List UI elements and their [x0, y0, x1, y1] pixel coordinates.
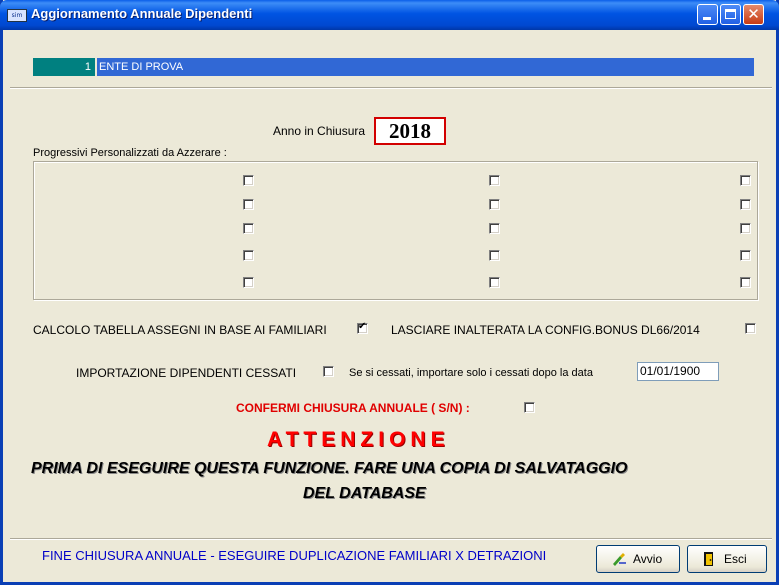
footer-message: FINE CHIUSURA ANNUALE - ESEGUIRE DUPLICA… — [42, 548, 547, 563]
esci-button[interactable]: Esci — [687, 545, 767, 573]
progressivo-checkbox[interactable] — [489, 277, 500, 288]
progressivo-checkbox[interactable] — [740, 223, 751, 234]
progressivi-label: Progressivi Personalizzati da Azzerare : — [33, 147, 227, 159]
window-title: Aggiornamento Annuale Dipendenti — [31, 6, 253, 21]
exit-door-icon — [704, 552, 713, 566]
run-icon — [613, 553, 626, 566]
cessati-checkbox[interactable] — [323, 366, 334, 377]
progressivo-checkbox[interactable] — [243, 277, 254, 288]
data-label: Se si cessati, importare solo i cessati … — [349, 367, 593, 379]
progressivo-checkbox[interactable] — [740, 199, 751, 210]
progressivo-checkbox[interactable] — [243, 175, 254, 186]
progressivo-checkbox[interactable] — [243, 199, 254, 210]
progressivi-group — [33, 161, 758, 300]
warning-line2: DEL DATABASE — [303, 485, 426, 502]
progressivo-checkbox[interactable] — [489, 175, 500, 186]
bonus-checkbox[interactable] — [745, 323, 756, 334]
minimize-button[interactable] — [697, 4, 718, 25]
progressivo-checkbox[interactable] — [243, 250, 254, 261]
app-icon: sim — [7, 9, 27, 22]
divider — [10, 87, 772, 89]
calcolo-checkbox[interactable]: ✔ — [357, 321, 368, 334]
close-icon: ✕ — [747, 5, 760, 23]
maximize-button[interactable] — [720, 4, 741, 25]
progressivo-checkbox[interactable] — [243, 223, 254, 234]
esci-label: Esci — [724, 552, 747, 566]
progressivo-checkbox[interactable] — [489, 223, 500, 234]
footer-divider — [10, 538, 772, 540]
progressivo-checkbox[interactable] — [740, 277, 751, 288]
main-window: sim Aggiornamento Annuale Dipendenti ✕ 1… — [0, 0, 779, 585]
confirm-checkbox[interactable] — [524, 402, 535, 413]
progressivo-checkbox[interactable] — [489, 199, 500, 210]
progressivo-checkbox[interactable] — [740, 250, 751, 261]
confirm-label: CONFERMI CHIUSURA ANNUALE ( S/N) : — [236, 401, 470, 415]
anno-field[interactable]: 2018 — [374, 117, 446, 145]
calcolo-label: CALCOLO TABELLA ASSEGNI IN BASE AI FAMIL… — [33, 323, 327, 337]
close-button[interactable]: ✕ — [743, 4, 764, 25]
bonus-label: LASCIARE INALTERATA LA CONFIG.BONUS DL66… — [391, 323, 700, 337]
anno-label: Anno in Chiusura — [273, 124, 366, 138]
title-bar[interactable]: sim Aggiornamento Annuale Dipendenti ✕ — [0, 0, 779, 30]
maximize-icon — [725, 9, 736, 19]
ente-code-field: 1 — [33, 58, 95, 76]
progressivo-checkbox[interactable] — [740, 175, 751, 186]
warning-title: ATTENZIONE — [267, 428, 450, 451]
avvio-button[interactable]: Avvio — [596, 545, 680, 573]
cessati-label: IMPORTAZIONE DIPENDENTI CESSATI — [76, 366, 297, 380]
progressivo-checkbox[interactable] — [489, 250, 500, 261]
data-cessati-field[interactable]: 01/01/1900 — [637, 362, 719, 381]
warning-line1: PRIMA DI ESEGUIRE QUESTA FUNZIONE. FARE … — [31, 460, 628, 477]
ente-name-field: ENTE DI PROVA — [97, 58, 754, 76]
minimize-icon — [703, 17, 711, 20]
check-icon: ✔ — [358, 321, 367, 332]
avvio-label: Avvio — [633, 552, 663, 566]
